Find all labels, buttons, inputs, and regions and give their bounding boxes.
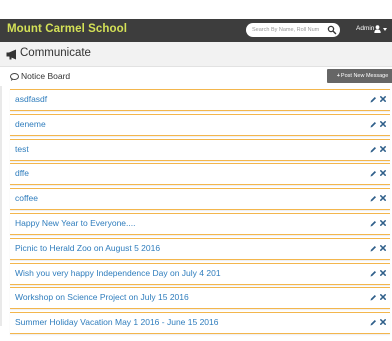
notice-title-link[interactable]: Workshop on Science Project on July 15 2… [15,292,189,302]
close-icon[interactable] [380,319,386,326]
close-icon[interactable] [380,195,386,202]
user-icon[interactable] [374,25,381,33]
notice-item: Picnic to Herald Zoo on August 5 2016 [10,237,390,260]
pencil-icon[interactable] [370,146,377,153]
notice-item: test [10,138,390,161]
page-header: Communicate [0,42,392,67]
close-icon[interactable] [380,244,386,251]
notice-item: coffee [10,188,390,211]
pencil-icon[interactable] [370,170,377,177]
search-input[interactable] [252,23,328,37]
notice-title-link[interactable]: coffee [15,193,38,203]
admin-menu-label[interactable]: Admin [356,25,374,32]
close-icon[interactable] [380,269,386,276]
notice-board-toolbar: Notice Board +Post New Message [10,67,392,85]
pencil-icon[interactable] [370,319,377,326]
pencil-icon[interactable] [370,195,377,202]
notice-item: deneme [10,113,390,136]
notice-title-link[interactable]: Wish you very happy Independence Day on … [15,268,221,278]
app-window: Mount Carmel School Admin Communicate [0,0,392,341]
pencil-icon[interactable] [370,245,377,252]
notice-title-link[interactable]: test [15,144,29,154]
notice-list: asdfasdf deneme test dffe coffee Happy N… [10,89,390,337]
pencil-icon[interactable] [370,121,377,128]
close-icon[interactable] [380,170,386,177]
chevron-down-icon[interactable] [383,28,387,31]
post-new-message-label: Post New Message [340,73,389,79]
sidebar-edge [0,86,2,326]
search-box [246,23,340,37]
notice-item: Happy New Year to Everyone.... [10,212,390,235]
notice-title-link[interactable]: asdfasdf [15,94,47,104]
notice-title-link[interactable]: Happy New Year to Everyone.... [15,218,136,228]
school-brand[interactable]: Mount Carmel School [7,23,127,35]
notice-item: Wish you very happy Independence Day on … [10,262,390,285]
post-new-message-button[interactable]: +Post New Message [327,69,392,83]
notice-title-link[interactable]: Picnic to Herald Zoo on August 5 2016 [15,243,160,253]
pencil-icon[interactable] [370,220,377,227]
notice-title-link[interactable]: Summer Holiday Vacation May 1 2016 - Jun… [15,317,219,327]
notice-title-link[interactable]: deneme [15,119,46,129]
pencil-icon[interactable] [370,270,377,277]
notice-item: Summer Holiday Vacation May 1 2016 - Jun… [10,312,390,335]
close-icon[interactable] [380,120,386,127]
close-icon[interactable] [380,294,386,301]
close-icon[interactable] [380,96,386,102]
comment-icon [10,73,19,81]
search-icon[interactable] [327,25,337,35]
close-icon[interactable] [380,220,386,226]
notice-item: asdfasdf [10,89,390,111]
pencil-icon[interactable] [370,96,377,103]
notice-board-title: Notice Board [21,71,71,81]
close-icon[interactable] [380,145,386,152]
notice-title-link[interactable]: dffe [15,168,29,178]
notice-item: Workshop on Science Project on July 15 2… [10,287,390,310]
plus-icon: + [336,73,340,79]
notice-item: dffe [10,163,390,186]
pencil-icon[interactable] [370,294,377,301]
megaphone-icon [6,49,16,60]
top-navbar: Mount Carmel School Admin [0,19,392,42]
page-title: Communicate [20,47,91,59]
